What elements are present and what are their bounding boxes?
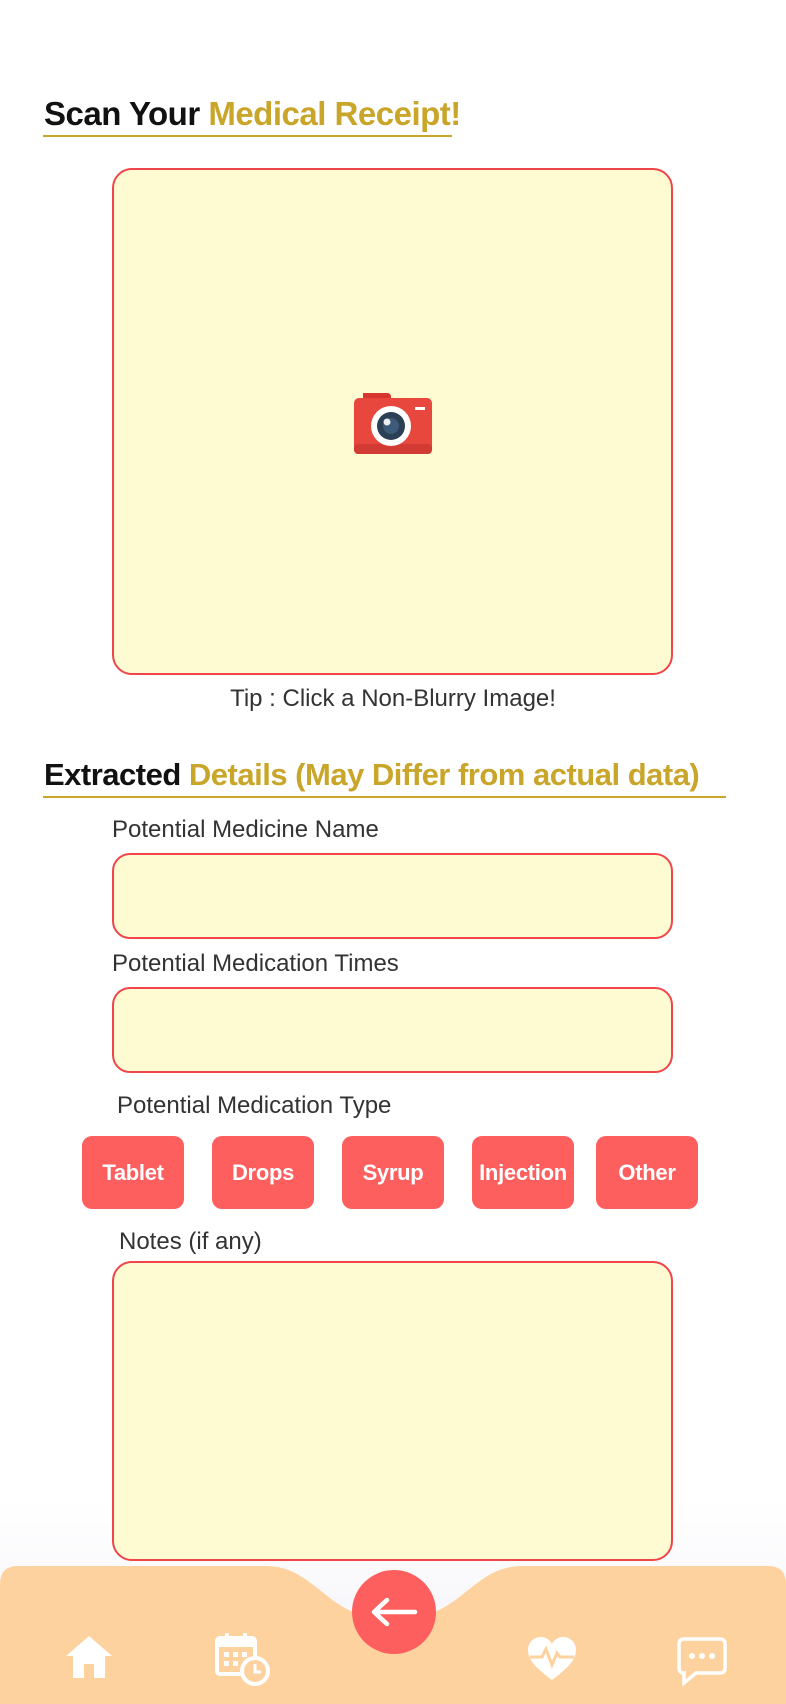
type-button-injection[interactable]: Injection (472, 1136, 574, 1209)
chat-icon[interactable] (676, 1636, 728, 1686)
medicine-name-field[interactable] (112, 853, 673, 939)
medicine-name-label: Potential Medicine Name (112, 816, 379, 843)
arrow-left-icon (371, 1597, 418, 1627)
details-heading-part2: Details (May Differ from actual data) (188, 757, 700, 792)
notes-field[interactable] (112, 1261, 673, 1561)
calendar-clock-icon[interactable] (214, 1632, 270, 1686)
home-icon[interactable] (64, 1634, 114, 1680)
type-button-syrup[interactable]: Syrup (342, 1136, 444, 1209)
back-button[interactable] (352, 1570, 436, 1654)
heart-pulse-icon[interactable] (526, 1636, 578, 1682)
type-button-other[interactable]: Other (596, 1136, 698, 1209)
medication-times-field[interactable] (112, 987, 673, 1073)
details-heading-underline (43, 796, 726, 798)
medication-times-label: Potential Medication Times (112, 950, 399, 977)
camera-icon[interactable] (353, 389, 433, 455)
scan-heading: Scan Your Medical Receipt! (44, 94, 461, 134)
scan-heading-underline (43, 135, 452, 137)
details-heading: Extracted Details (May Differ from actua… (44, 755, 700, 795)
tip-text: Tip : Click a Non-Blurry Image! (230, 685, 556, 712)
scan-receipt-area[interactable] (112, 168, 673, 675)
scan-heading-part1: Scan Your (44, 95, 209, 132)
scan-heading-part2: Medical Receipt! (208, 95, 461, 132)
medication-type-label: Potential Medication Type (117, 1092, 392, 1119)
notes-label: Notes (if any) (119, 1228, 262, 1255)
type-button-drops[interactable]: Drops (212, 1136, 314, 1209)
details-heading-part1: Extracted (44, 757, 189, 792)
type-button-tablet[interactable]: Tablet (82, 1136, 184, 1209)
